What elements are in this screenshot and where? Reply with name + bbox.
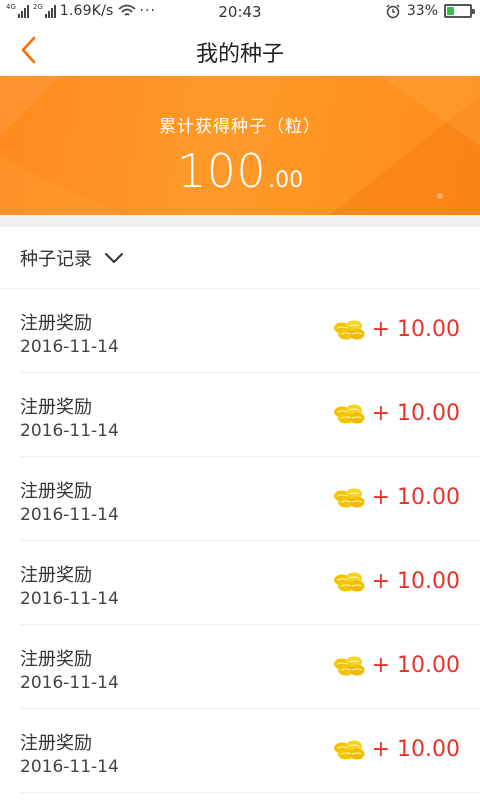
- battery-percent: 33%: [406, 3, 438, 19]
- battery-level: [447, 7, 455, 15]
- record-amount-group: + 10.00: [332, 737, 460, 762]
- record-amount: + 10.00: [371, 737, 460, 762]
- record-amount: + 10.00: [371, 317, 460, 342]
- status-bar: 4G 2G 1.69K/s ··· 20:43 33%: [0, 0, 480, 24]
- amount-decimal: .00: [268, 168, 304, 193]
- seed-summary-banner: 累计获得种子（粒） 100 .00: [0, 76, 480, 215]
- record-title: 注册奖励: [20, 481, 92, 502]
- record-amount-group: + 10.00: [332, 317, 460, 342]
- record-date: 2016-11-14: [20, 589, 119, 609]
- page-title: 我的种子: [195, 42, 284, 67]
- record-amount-group: + 10.00: [332, 401, 460, 426]
- record-row[interactable]: 注册奖励 2016-11-14 + 10.00: [20, 625, 480, 709]
- record-date: 2016-11-14: [20, 673, 119, 693]
- seeds-icon: [333, 320, 365, 339]
- records-filter-toggle[interactable]: 种子记录: [0, 227, 480, 289]
- summary-label: 累计获得种子（粒）: [159, 117, 321, 137]
- section-divider: [0, 215, 480, 227]
- summary-amount: 100 .00: [0, 144, 480, 198]
- record-row[interactable]: 注册奖励 2016-11-14 + 10.00: [20, 541, 480, 625]
- record-date: 2016-11-14: [20, 505, 119, 525]
- chevron-down-icon: [105, 252, 123, 263]
- record-amount: + 10.00: [371, 653, 460, 678]
- record-amount-group: + 10.00: [332, 485, 460, 510]
- records-header-label: 种子记录: [20, 248, 92, 270]
- amount-integer: 100: [176, 144, 267, 198]
- record-row[interactable]: 注册奖励 2016-11-14 + 10.00: [20, 457, 480, 541]
- record-row[interactable]: 注册奖励 2016-11-14 + 10.00: [20, 289, 480, 373]
- record-row[interactable]: 注册奖励 2016-11-14 + 10.00: [20, 373, 480, 457]
- battery-icon: [444, 4, 475, 18]
- seeds-icon: [333, 656, 365, 675]
- record-amount: + 10.00: [371, 401, 460, 426]
- seeds-icon: [333, 404, 365, 423]
- record-title: 注册奖励: [20, 649, 92, 670]
- app-header: 我的种子: [0, 24, 480, 76]
- record-amount: + 10.00: [371, 569, 460, 594]
- record-title: 注册奖励: [20, 565, 92, 586]
- record-title: 注册奖励: [20, 313, 92, 334]
- status-right: 33%: [385, 3, 475, 19]
- record-amount-group: + 10.00: [332, 569, 460, 594]
- seeds-icon: [333, 572, 365, 591]
- alarm-icon: [386, 4, 400, 19]
- record-date: 2016-11-14: [20, 421, 119, 441]
- records-list: 注册奖励 2016-11-14 + 10.00 注册奖励 2016-11-14: [0, 289, 480, 793]
- seeds-icon: [333, 488, 365, 507]
- record-date: 2016-11-14: [20, 337, 119, 357]
- record-amount-group: + 10.00: [332, 653, 460, 678]
- record-date: 2016-11-14: [20, 757, 119, 777]
- seeds-icon: [333, 740, 365, 759]
- record-title: 注册奖励: [20, 397, 92, 418]
- record-amount: + 10.00: [371, 485, 460, 510]
- record-row[interactable]: 注册奖励 2016-11-14 + 10.00: [20, 709, 480, 793]
- record-title: 注册奖励: [20, 733, 92, 754]
